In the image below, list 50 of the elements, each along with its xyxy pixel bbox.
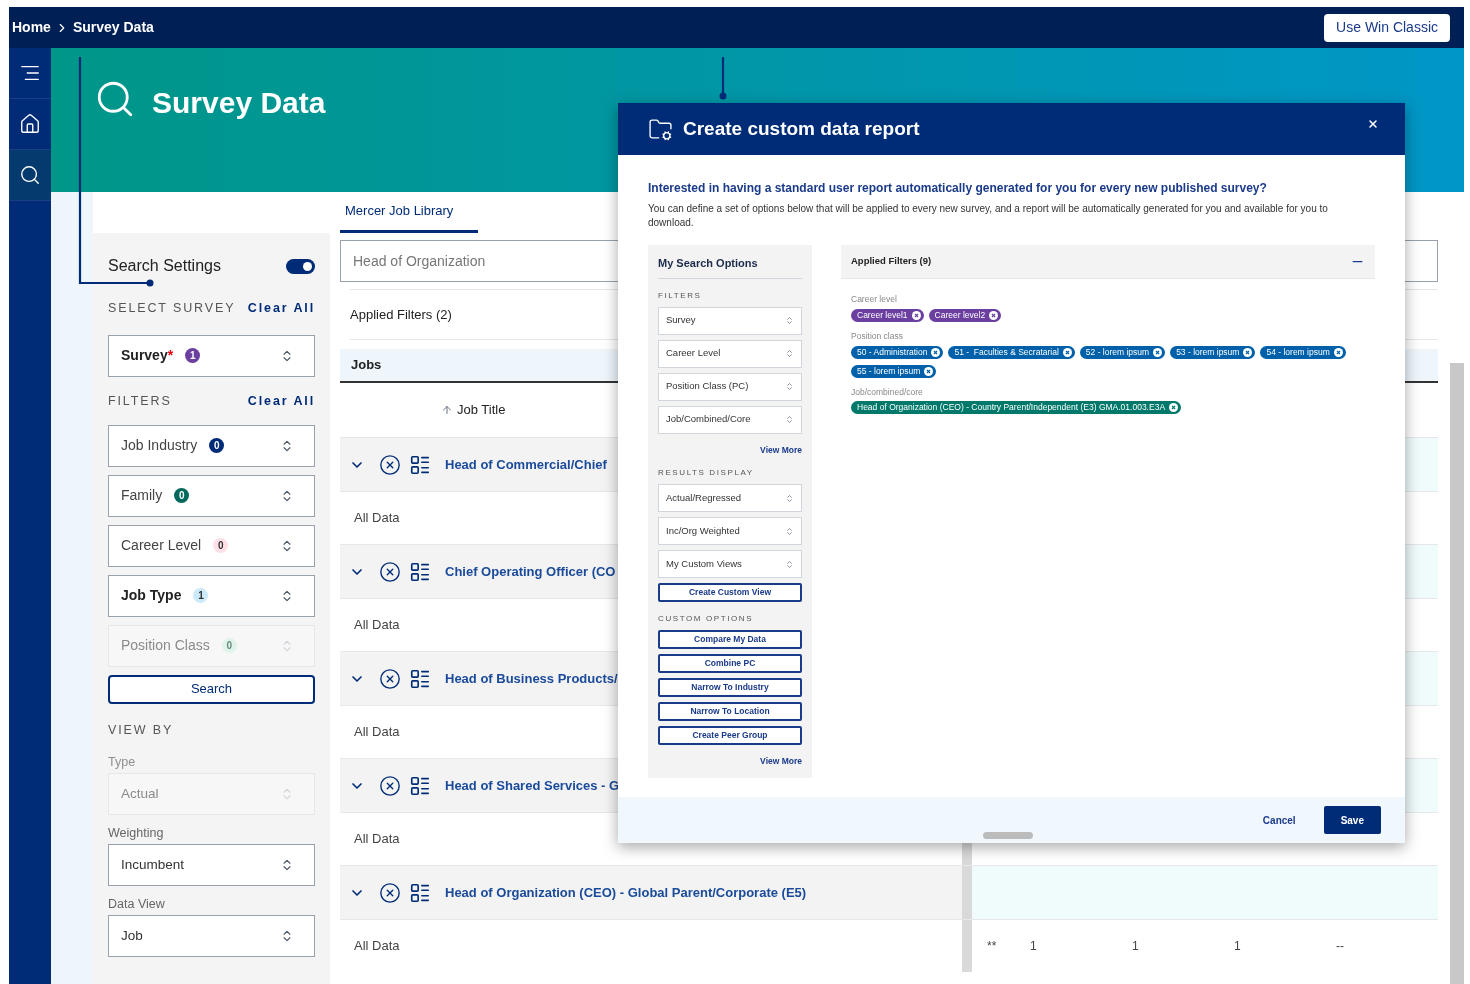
modal-heading: Interested in having a standard user report automatically generated for you for every new published survey? — [648, 180, 1268, 197]
count-badge: 1 — [185, 348, 201, 364]
data-label: All Data — [354, 723, 400, 742]
field-label: Weighting — [108, 825, 165, 843]
filter-label: Job Industry — [121, 436, 198, 455]
count-badge: 0 — [221, 638, 237, 653]
table-cell-text: 1 — [1132, 938, 1140, 955]
options-title: My Search Options — [658, 255, 802, 279]
filter-label: Position Class — [121, 636, 210, 655]
applied-filters-label: Applied Filters (2) — [350, 305, 452, 324]
modal-title: Create custom data report — [683, 116, 921, 141]
table-cell-text: 1 — [1030, 938, 1038, 955]
data-label: All Data — [354, 937, 400, 956]
page-title: Survey Data — [152, 85, 326, 121]
group-label: Career level — [851, 293, 898, 306]
modal-description: You can define a set of options below that will be applied to every new survey, and a report will be automatically generated for you and available for you to download. — [648, 202, 1329, 230]
filter-chip: 52 - lorem ipsum — [1079, 345, 1166, 359]
count-badge: 1 — [193, 588, 209, 603]
filter-label: Career Level — [121, 536, 202, 555]
data-label: All Data — [354, 616, 400, 635]
filter-chip: Career level1 — [851, 308, 924, 322]
filter-chip: 54 - lorem ipsum — [1260, 345, 1346, 359]
count-badge: 0 — [209, 438, 225, 453]
group-label: Job/combined/core — [851, 385, 924, 399]
field-label: Type — [108, 754, 137, 772]
data-label: All Data — [354, 830, 400, 849]
filter-chip: Career level2 — [928, 308, 1002, 322]
filter-label: Survey* — [121, 346, 174, 366]
section-heading: RESULTS DISPLAY — [658, 467, 755, 480]
section-heading: VIEW BY — [108, 721, 175, 739]
filter-chip: 51 - Faculties & Secratarial — [948, 345, 1075, 359]
count-badge: 0 — [213, 538, 229, 553]
table-cell-text: 1 — [1234, 938, 1242, 955]
section-heading: FILTERS — [658, 289, 703, 302]
section-heading: CUSTOM OPTIONS — [658, 613, 755, 626]
section-heading: FILTERS — [108, 392, 172, 410]
filter-chip: 53 - lorem ipsum — [1170, 345, 1256, 359]
filter-label: Family — [121, 486, 163, 505]
data-label: All Data — [354, 509, 400, 528]
section-heading: SELECT SURVEY — [108, 300, 236, 317]
field-label: Data View — [108, 896, 166, 914]
filter-chip: 50 - Administration — [851, 345, 944, 359]
settings-title: Search Settings — [108, 256, 221, 276]
table-cell-text: ** — [987, 938, 998, 955]
filter-label: Job Type — [121, 586, 182, 605]
filter-chip: 55 - lorem ipsum — [851, 364, 937, 378]
count-badge: 0 — [174, 488, 190, 503]
table-cell-text: -- — [1336, 938, 1345, 955]
filter-chip: Head of Organization (CEO) - Country Parent/Independent (E3) GMA.01.003.E3A — [851, 401, 1182, 415]
group-label: Position class — [851, 329, 904, 343]
